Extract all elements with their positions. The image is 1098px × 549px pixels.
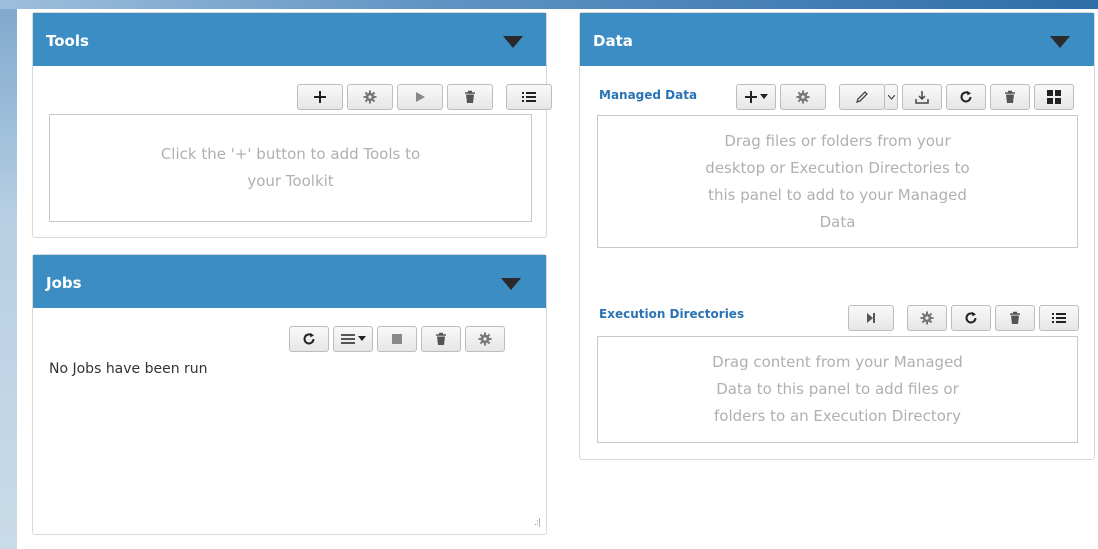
edit-data-button[interactable] <box>839 84 885 110</box>
tools-empty-text: Click the '+' button to add Tools to <box>160 145 421 163</box>
execution-directories-empty-text: Drag content from your Managed <box>712 353 963 371</box>
stop-job-button[interactable] <box>377 326 417 352</box>
play-icon <box>416 92 425 102</box>
managed-data-empty-text-2: desktop or Execution Directories to <box>705 158 970 177</box>
plus-icon <box>314 91 326 103</box>
delete-tool-button[interactable] <box>447 84 493 110</box>
refresh-icon <box>965 311 977 324</box>
refresh-directories-button[interactable] <box>951 305 991 331</box>
jobs-panel: Jobs No Jobs have been run .:| <box>32 254 547 535</box>
execution-directories-toolbar <box>848 305 1079 331</box>
add-data-button[interactable] <box>736 84 776 110</box>
trash-icon <box>436 332 446 345</box>
collapse-caret-icon[interactable] <box>1050 36 1070 48</box>
step-forward-icon <box>867 313 875 323</box>
edit-data-dropdown-button[interactable] <box>884 84 898 110</box>
collapse-caret-icon[interactable] <box>501 278 521 290</box>
tool-list-view-button[interactable] <box>506 84 552 110</box>
gear-icon <box>796 90 810 104</box>
tools-panel: Tools Click the '+' button to add Tools … <box>32 12 552 238</box>
add-tool-button[interactable] <box>297 84 343 110</box>
execution-directories-label: Execution Directories <box>599 307 745 321</box>
jobs-toolbar <box>289 326 505 352</box>
jobs-panel-title: Jobs <box>46 274 82 292</box>
list-icon <box>1052 313 1066 323</box>
refresh-jobs-button[interactable] <box>289 326 329 352</box>
trash-icon <box>1010 311 1020 324</box>
tools-panel-title: Tools <box>46 32 89 50</box>
tools-empty-text-2: your Toolkit <box>247 172 334 190</box>
data-panel: Data Managed Data Drag files or folders … <box>579 12 1095 460</box>
stop-icon <box>392 334 402 344</box>
run-tool-button[interactable] <box>397 84 443 110</box>
chevron-down-icon <box>357 336 366 341</box>
gear-icon <box>920 311 934 325</box>
trash-icon <box>1005 90 1015 103</box>
managed-data-label: Managed Data <box>599 88 698 102</box>
managed-data-empty-text-3: this panel to add to your Managed <box>708 185 967 204</box>
pencil-icon <box>855 91 868 104</box>
download-data-button[interactable] <box>902 84 942 110</box>
delete-job-button[interactable] <box>421 326 461 352</box>
directory-settings-button[interactable] <box>907 305 947 331</box>
refresh-data-button[interactable] <box>946 84 986 110</box>
refresh-icon <box>303 332 315 345</box>
jobs-status-text: No Jobs have been run <box>49 361 208 377</box>
tools-panel-header[interactable]: Tools <box>33 13 546 66</box>
directory-list-view-button[interactable] <box>1039 305 1079 331</box>
data-panel-header[interactable]: Data <box>580 13 1094 66</box>
managed-data-drop-area[interactable]: Drag files or folders from your desktop … <box>597 115 1078 248</box>
top-bar <box>0 0 1098 9</box>
chevron-down-icon <box>760 94 768 99</box>
chevron-down-icon <box>887 94 895 100</box>
tool-settings-button[interactable] <box>347 84 393 110</box>
run-directory-button[interactable] <box>848 305 894 331</box>
refresh-icon <box>960 90 972 103</box>
menu-icon <box>340 334 355 344</box>
execution-directories-drop-area[interactable]: Drag content from your Managed Data to t… <box>597 336 1078 443</box>
jobs-panel-header[interactable]: Jobs <box>33 255 546 308</box>
job-settings-button[interactable] <box>465 326 505 352</box>
data-grid-view-button[interactable] <box>1034 84 1074 110</box>
gear-icon <box>478 332 492 346</box>
managed-data-toolbar <box>736 84 1074 110</box>
execution-directories-empty-text-2: Data to this panel to add files or <box>716 380 959 398</box>
trash-icon <box>465 90 475 103</box>
gear-icon <box>363 90 377 104</box>
execution-directories-empty-text-3: folders to an Execution Directory <box>714 407 961 425</box>
delete-data-button[interactable] <box>990 84 1030 110</box>
jobs-filter-menu-button[interactable] <box>333 326 373 352</box>
data-settings-button[interactable] <box>780 84 826 110</box>
download-icon <box>915 91 929 104</box>
plus-icon <box>745 91 757 103</box>
tools-toolbar <box>297 84 552 110</box>
managed-data-empty-text-4: Data <box>819 212 856 231</box>
delete-directory-button[interactable] <box>995 305 1035 331</box>
tools-drop-area[interactable]: Click the '+' button to add Tools to you… <box>49 114 532 222</box>
list-icon <box>522 92 536 102</box>
managed-data-empty-text: Drag files or folders from your <box>724 131 951 150</box>
resize-handle-icon[interactable]: .:| <box>534 518 541 528</box>
collapse-caret-icon[interactable] <box>503 36 523 48</box>
data-panel-title: Data <box>593 32 633 50</box>
grid-icon <box>1047 90 1061 104</box>
